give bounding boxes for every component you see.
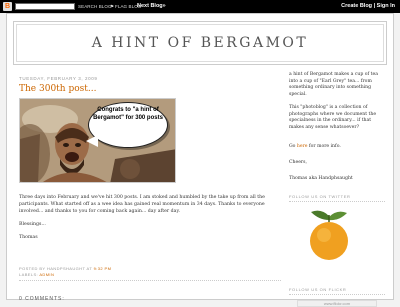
flickr-heading: FOLLOW US ON FLICKR xyxy=(289,287,385,295)
navbar-account-links: Create Blog | Sign In xyxy=(341,2,395,11)
go-suffix: for more info. xyxy=(308,144,341,149)
sidebar-about: a hint of Bergamot makes a cup of tea in… xyxy=(289,72,378,97)
post-date: TUESDAY, FEBRUARY 3, 2009 xyxy=(19,76,98,81)
twitter-heading: FOLLOW US ON TWITTER xyxy=(289,194,385,202)
speech-bubble-tail xyxy=(86,135,98,147)
post-label-link[interactable]: ADMIN xyxy=(39,272,54,277)
post-author: HANDPSHAUGHT xyxy=(46,266,86,271)
comments-heading: 0 COMMENTS: xyxy=(19,296,65,302)
post-title[interactable]: The 300th post... xyxy=(19,84,96,94)
sidebar-cheers: Cheers, xyxy=(289,160,307,165)
blog-search-input[interactable] xyxy=(15,3,75,10)
header-inner-frame: A HINT OF BERGAMOT xyxy=(16,24,384,62)
sidebar-signature: Thomas aka Handphsaught xyxy=(289,176,353,181)
navbar-separator: | xyxy=(373,3,376,9)
sidebar-photoblog-note: This "photoblog" is a collection of phot… xyxy=(289,105,377,130)
post-image[interactable]: Congrats to "a hint of Bergamot" for 300… xyxy=(19,98,176,183)
post-body: Three days into February and we've hit 3… xyxy=(19,194,281,247)
bergamot-orange-image[interactable] xyxy=(301,208,357,264)
blogger-logo-icon[interactable]: B xyxy=(3,2,12,11)
labels-label: LABELS: xyxy=(19,272,39,277)
create-blog-link[interactable]: Create Blog xyxy=(341,3,372,9)
blogger-navbar: B SEARCH BLOG ⚑ FLAG BLOG Next Blog» Cre… xyxy=(0,0,400,13)
post-divider xyxy=(19,280,281,281)
search-blog-button[interactable]: SEARCH BLOG xyxy=(78,3,112,10)
post-author-signature: Thomas xyxy=(19,235,38,240)
sign-in-link[interactable]: Sign In xyxy=(377,3,395,9)
speech-bubble-text: Congrats to "a hint of Bergamot" for 300… xyxy=(93,107,163,121)
post-signoff: Blessings... xyxy=(19,222,46,227)
go-prefix: Go xyxy=(289,144,296,149)
post-paragraph: Three days into February and we've hit 3… xyxy=(19,195,265,214)
blog-page: A HINT OF BERGAMOT TUESDAY, FEBRUARY 3, … xyxy=(6,13,394,307)
flickr-badge[interactable]: www.flickr.com xyxy=(297,300,377,307)
at-label: AT xyxy=(86,266,93,271)
more-info-link[interactable]: here xyxy=(297,144,308,149)
sidebar-more-info: Go here for more info. xyxy=(289,144,385,151)
post-footer: POSTED BY HANDPSHAUGHT AT 9:32 PM LABELS… xyxy=(19,266,111,278)
flag-icon[interactable]: ⚑ xyxy=(110,3,114,10)
blog-title[interactable]: A HINT OF BERGAMOT xyxy=(17,35,383,51)
next-blog-link[interactable]: Next Blog» xyxy=(137,2,166,11)
post-permalink-time[interactable]: 9:32 PM xyxy=(94,266,112,271)
posted-by-label: POSTED BY xyxy=(19,266,46,271)
blog-header: A HINT OF BERGAMOT xyxy=(13,21,387,65)
